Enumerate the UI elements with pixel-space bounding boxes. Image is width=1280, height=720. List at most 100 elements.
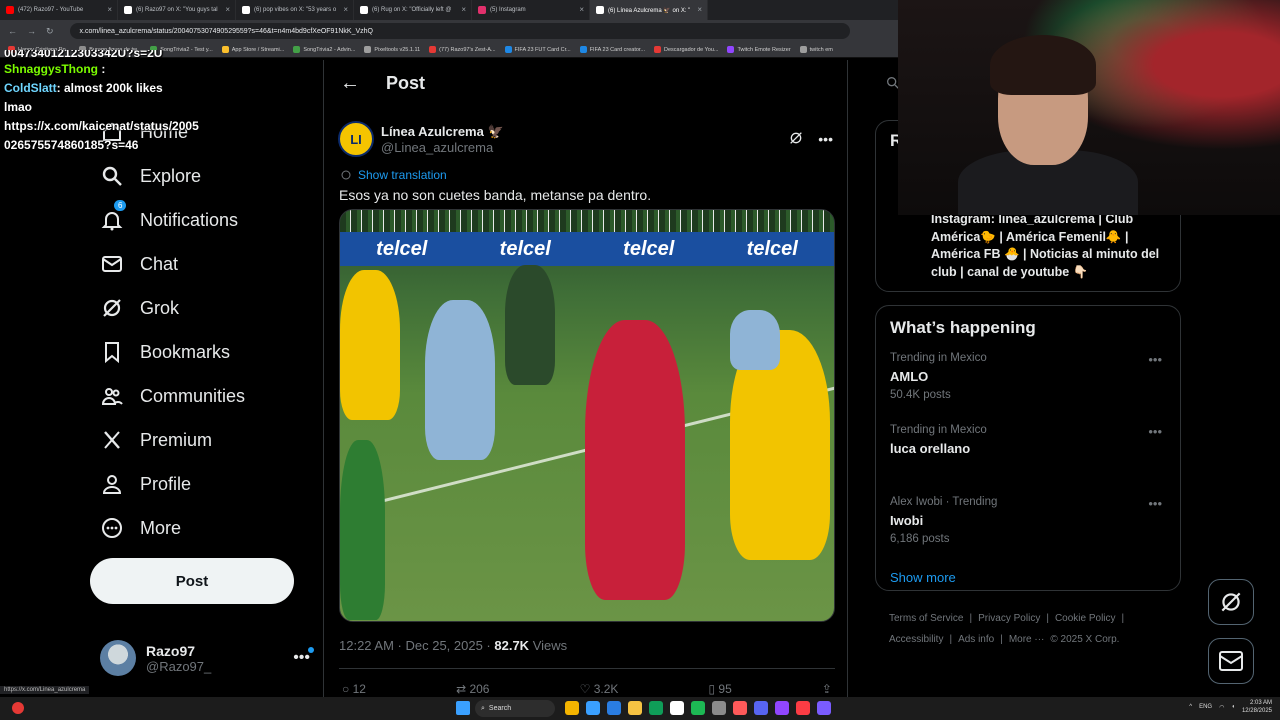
taskbar-app-icon[interactable] (565, 701, 579, 715)
sidebar-item-explore[interactable]: Explore (90, 154, 320, 198)
sidebar-item-profile[interactable]: Profile (90, 462, 320, 506)
sidebar-item-more[interactable]: More (90, 506, 320, 550)
footer-link[interactable]: More ··· (1009, 634, 1045, 645)
tweet-meta: 12:22 AM · Dec 25, 2025 · 82.7K Views (339, 638, 567, 653)
taskbar-app-icon[interactable] (796, 701, 810, 715)
browser-nav-buttons: ← → ↻ (0, 26, 62, 37)
sidebar-item-label: Premium (140, 429, 213, 450)
author-handle[interactable]: @Linea_azulcrema (381, 140, 504, 155)
back-icon[interactable]: ← (8, 26, 17, 37)
author-name[interactable]: Línea Azulcrema 🦅 (381, 124, 504, 140)
like-button[interactable]: ♡ 3.2K (580, 682, 619, 696)
taskbar-app-icon[interactable] (712, 701, 726, 715)
bookmark-item[interactable]: SongTrivia2 - Advin... (293, 46, 355, 53)
trend-more-icon[interactable]: ••• (1148, 424, 1162, 439)
close-tab-icon[interactable]: × (461, 5, 466, 14)
bookmark-item[interactable]: twitch em (799, 46, 833, 53)
taskbar-app-icon[interactable] (649, 701, 663, 715)
bookmark-item[interactable]: FIFA 23 Card creator... (579, 46, 645, 53)
taskbar-app-icon[interactable] (607, 701, 621, 715)
divider (339, 668, 835, 669)
sidebar-item-chat[interactable]: Chat (90, 242, 320, 286)
trend-item[interactable]: Alex Iwobi · Trending Iwobi 6,186 posts ••• (890, 496, 1166, 568)
tweet-more-icon[interactable]: ••• (818, 131, 833, 147)
trend-more-icon[interactable]: ••• (1148, 352, 1162, 367)
trend-item[interactable]: Trending in Mexico AMLO 50.4K posts ••• (890, 352, 1166, 424)
show-translation-link[interactable]: Show translation (340, 168, 847, 182)
share-icon[interactable]: ⇪ (822, 682, 832, 696)
sidebar-item-grok[interactable]: Grok (90, 286, 320, 330)
taskbar-search[interactable]: ⌕ Search (475, 700, 555, 717)
browser-tab[interactable]: (6) Rug on X: "Officially left @ × (354, 0, 472, 20)
taskbar-app-icon[interactable] (586, 701, 600, 715)
footer-link[interactable]: Cookie Policy (1055, 613, 1116, 624)
footer-link[interactable]: Accessibility (889, 634, 943, 645)
wifi-icon[interactable]: ◠ (1219, 704, 1224, 711)
taskbar-app-icon[interactable] (691, 701, 705, 715)
browser-tab[interactable]: (5) Instagram × (472, 0, 590, 20)
show-more-link[interactable]: Show more (890, 570, 1166, 585)
trend-more-icon[interactable]: ••• (1148, 496, 1162, 511)
taskbar-app-icon[interactable] (775, 701, 789, 715)
browser-tab[interactable]: (6) Línea Azulcrema 🦅 on X: " × (590, 0, 708, 20)
messages-fab-button[interactable] (1208, 638, 1254, 684)
grok-fab-button[interactable] (1208, 579, 1254, 625)
volume-icon[interactable]: ◖ (1231, 704, 1235, 710)
taskbar-app-icon[interactable] (754, 701, 768, 715)
start-icon[interactable] (456, 701, 470, 715)
browser-tab[interactable]: (472) Razo97 - YouTube × (0, 0, 118, 20)
close-tab-icon[interactable]: × (697, 5, 702, 14)
taskbar-app-icon[interactable] (670, 701, 684, 715)
browser-tab[interactable]: (6) pop vibes on X: "53 years o × (236, 0, 354, 20)
footer-link[interactable]: Terms of Service (889, 613, 963, 624)
weather-icon[interactable] (12, 702, 24, 714)
account-switcher[interactable]: Razo97 @Razo97_ ••• (100, 638, 314, 678)
sidebar-item-bookmarks[interactable]: Bookmarks (90, 330, 320, 374)
bookmark-item[interactable]: (77) Razo97's Zest-A... (429, 46, 496, 53)
forward-icon[interactable]: → (27, 26, 36, 37)
taskbar-app-icon[interactable] (817, 701, 831, 715)
clock[interactable]: 2:03 AM 12/28/2025 (1242, 699, 1272, 715)
sidebar-item-premium[interactable]: Premium (90, 418, 320, 462)
tab-label: (6) Rug on X: "Officially left @ (372, 7, 452, 13)
grok-icon[interactable] (788, 130, 804, 149)
people-icon (90, 384, 134, 408)
tab-favicon-icon (124, 6, 132, 14)
reply-count: 12 (352, 682, 366, 696)
url-field[interactable]: x.com/linea_azulcrema/status/20040753074… (69, 23, 850, 39)
trend-item[interactable]: Trending in Mexico luca orellano ••• (890, 424, 1166, 496)
browser-tab[interactable]: (6) Razo97 on X: "You guys tal × (118, 0, 236, 20)
close-tab-icon[interactable]: × (107, 5, 112, 14)
account-more-icon[interactable]: ••• (293, 647, 314, 667)
footer-link[interactable]: Privacy Policy (978, 613, 1040, 624)
taskbar-app-icon[interactable] (628, 701, 642, 715)
tweet-photo[interactable]: telcel telcel telcel telcel (339, 209, 835, 622)
taskbar-app-icon[interactable] (733, 701, 747, 715)
close-tab-icon[interactable]: × (225, 5, 230, 14)
reply-button[interactable]: ○ 12 (342, 682, 366, 696)
chat-line: ColdSlatt: almost 200k likes (4, 79, 234, 98)
back-arrow-icon[interactable]: ← (340, 72, 360, 95)
tab-label: (6) Razo97 on X: "You guys tal (136, 7, 218, 13)
author-avatar[interactable]: LI (338, 121, 374, 157)
bookmark-item[interactable]: Descargador de You... (654, 46, 718, 53)
reload-icon[interactable]: ↻ (46, 26, 54, 37)
sidebar-item-communities[interactable]: Communities (90, 374, 320, 418)
close-tab-icon[interactable]: × (343, 5, 348, 14)
bookmark-item[interactable]: Twitch Emote Resizer (727, 46, 791, 53)
language-indicator[interactable]: ENG (1199, 704, 1212, 710)
bookmark-button[interactable]: ▯ 95 (708, 682, 731, 696)
repost-button[interactable]: ⇄ 206 (456, 682, 489, 696)
tweet-timestamp[interactable]: 12:22 AM · Dec 25, 2025 · (339, 638, 494, 653)
sidebar-item-notifications[interactable]: 6 Notifications (90, 198, 320, 242)
close-tab-icon[interactable]: × (579, 5, 584, 14)
tab-favicon-icon (478, 6, 486, 14)
bell-icon: 6 (90, 200, 134, 232)
chevron-up-icon[interactable]: ^ (1189, 704, 1192, 710)
mail-icon (90, 252, 134, 276)
views-label: Views (529, 638, 568, 653)
footer-link[interactable]: Ads info (958, 634, 994, 645)
post-button[interactable]: Post (90, 558, 294, 604)
bookmark-item[interactable]: Pixeltools v25.1.11 (364, 46, 420, 53)
bookmark-item[interactable]: FIFA 23 FUT Card Cr... (504, 46, 571, 53)
